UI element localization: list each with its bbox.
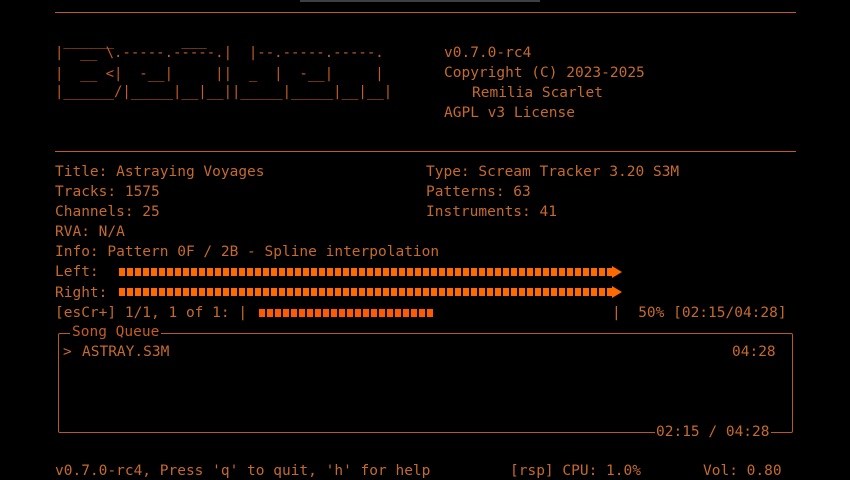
tracks-count: Tracks: 1575	[55, 184, 160, 200]
info-line: Info: Pattern 0F / 2B - Spline interpola…	[55, 244, 440, 260]
left-meter-arrow	[612, 266, 622, 278]
license-text: AGPL v3 License	[444, 105, 575, 121]
cpu-usage: [rsp] CPU: 1.0%	[510, 463, 641, 479]
patterns-count: Patterns: 63	[426, 184, 531, 200]
volume-level: Vol: 0.80	[703, 463, 782, 479]
top-divider	[55, 12, 796, 13]
progress-prefix: [esCr+] 1/1, 1 of 1: |	[55, 305, 248, 321]
left-level-meter	[119, 268, 612, 276]
left-channel-label: Left:	[55, 264, 99, 280]
queue-time-footer: 02:15 / 04:28	[655, 423, 771, 441]
song-queue-title: Song Queue	[70, 323, 162, 341]
progress-suffix: | 50% [02:15/04:28]	[612, 305, 787, 321]
header-divider	[55, 151, 796, 152]
version-text: v0.7.0-rc4	[444, 45, 532, 61]
queue-item-name[interactable]: ASTRAY.S3M	[82, 343, 169, 361]
author-text: Remilia Scarlet	[472, 85, 603, 101]
logo-line-3: | __ <| -__| || _ | -__| |	[55, 66, 384, 82]
logo-line-2: | __ \.-----.-----.| |--.-----.-----.	[55, 45, 384, 61]
window-top-edge	[300, 0, 540, 2]
copyright-text: Copyright (C) 2023-2025	[444, 65, 645, 81]
song-title: Title: Astraying Voyages	[55, 164, 265, 180]
song-progress-bar	[259, 309, 435, 317]
song-type: Type: Scream Tracker 3.20 S3M	[426, 164, 680, 180]
terminal-screen: ______ ___ | __ \.-----.-----.| |--.----…	[0, 0, 850, 480]
rva-value: RVA: N/A	[55, 224, 125, 240]
channels-count: Channels: 25	[55, 204, 160, 220]
right-meter-arrow	[612, 286, 622, 298]
instruments-count: Instruments: 41	[426, 204, 557, 220]
queue-item-duration: 04:28	[732, 344, 776, 360]
queue-item-marker: >	[63, 344, 72, 360]
right-level-meter	[119, 288, 612, 296]
status-help-text: v0.7.0-rc4, Press 'q' to quit, 'h' for h…	[55, 463, 431, 479]
logo-line-4: |______/|_____|__|__||_____|_____|__|__|	[55, 84, 393, 100]
right-channel-label: Right:	[55, 285, 108, 301]
